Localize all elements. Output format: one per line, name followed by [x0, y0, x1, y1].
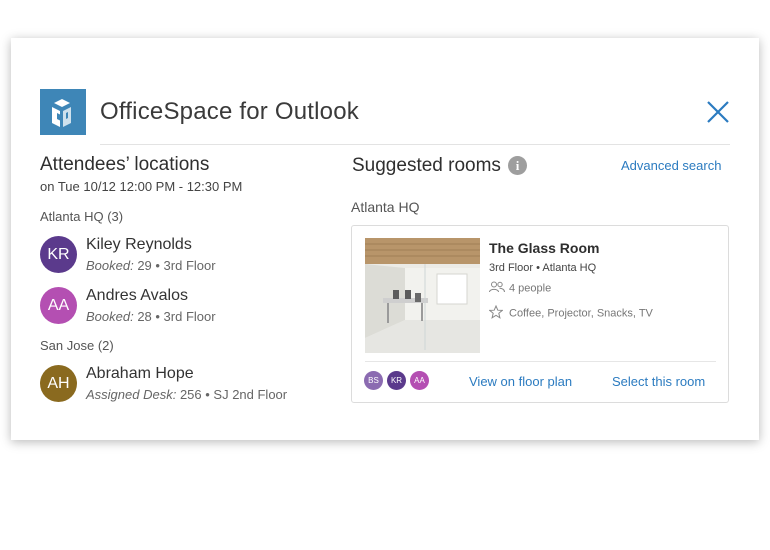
- amenities-text: Coffee, Projector, Snacks, TV: [509, 307, 653, 320]
- officespace-logo-icon: [40, 89, 86, 135]
- avatar: AA: [40, 287, 77, 324]
- header-divider: [100, 144, 730, 145]
- suggested-location: Atlanta HQ: [351, 199, 420, 215]
- room-card-divider: [365, 361, 716, 362]
- room-photo: [365, 238, 480, 353]
- group-label-atlanta: Atlanta HQ (3): [40, 209, 124, 224]
- avatar: KR: [40, 236, 77, 273]
- app-title: OfficeSpace for Outlook: [100, 98, 359, 125]
- detail-label: Booked:: [86, 258, 134, 273]
- detail-label: Booked:: [86, 309, 134, 324]
- attendees-title: Attendees’ locations: [40, 154, 210, 175]
- detail-label: Assigned Desk:: [86, 387, 177, 402]
- attendee-detail: Booked: 29 • 3rd Floor: [86, 258, 216, 273]
- room-amenities: Coffee, Projector, Snacks, TV: [488, 304, 653, 322]
- room-location: 3rd Floor • Atlanta HQ: [489, 262, 597, 274]
- avatar: BS: [364, 371, 383, 390]
- info-icon[interactable]: i: [508, 156, 527, 175]
- suggested-rooms-title: Suggested rooms: [352, 155, 501, 176]
- attendee-name: Andres Avalos: [86, 287, 188, 304]
- room-card: The Glass Room 3rd Floor • Atlanta HQ 4 …: [351, 225, 729, 403]
- detail-value: 256 • SJ 2nd Floor: [176, 387, 288, 402]
- advanced-search-link[interactable]: Advanced search: [621, 158, 721, 173]
- star-icon: [488, 304, 505, 322]
- attendee-detail: Booked: 28 • 3rd Floor: [86, 309, 216, 324]
- room-name: The Glass Room: [489, 240, 600, 256]
- attendee-detail: Assigned Desk: 256 • SJ 2nd Floor: [86, 387, 287, 402]
- view-floor-plan-link[interactable]: View on floor plan: [469, 374, 572, 389]
- select-room-button[interactable]: Select this room: [612, 374, 705, 389]
- meeting-time: on Tue 10/12 12:00 PM - 12:30 PM: [40, 179, 243, 194]
- people-icon: [489, 281, 505, 296]
- attendee-name: Kiley Reynolds: [86, 236, 192, 253]
- officespace-panel: OfficeSpace for Outlook Attendees’ locat…: [11, 38, 759, 440]
- avatar: AH: [40, 365, 77, 402]
- detail-value: 28 • 3rd Floor: [133, 309, 216, 324]
- avatar: AA: [410, 371, 429, 390]
- capacity-text: 4 people: [509, 282, 552, 295]
- close-icon[interactable]: [706, 100, 730, 124]
- room-capacity: 4 people: [489, 281, 551, 296]
- group-label-san-jose: San Jose (2): [40, 338, 114, 353]
- avatar: KR: [387, 371, 406, 390]
- attendee-name: Abraham Hope: [86, 365, 194, 382]
- detail-value: 29 • 3rd Floor: [133, 258, 216, 273]
